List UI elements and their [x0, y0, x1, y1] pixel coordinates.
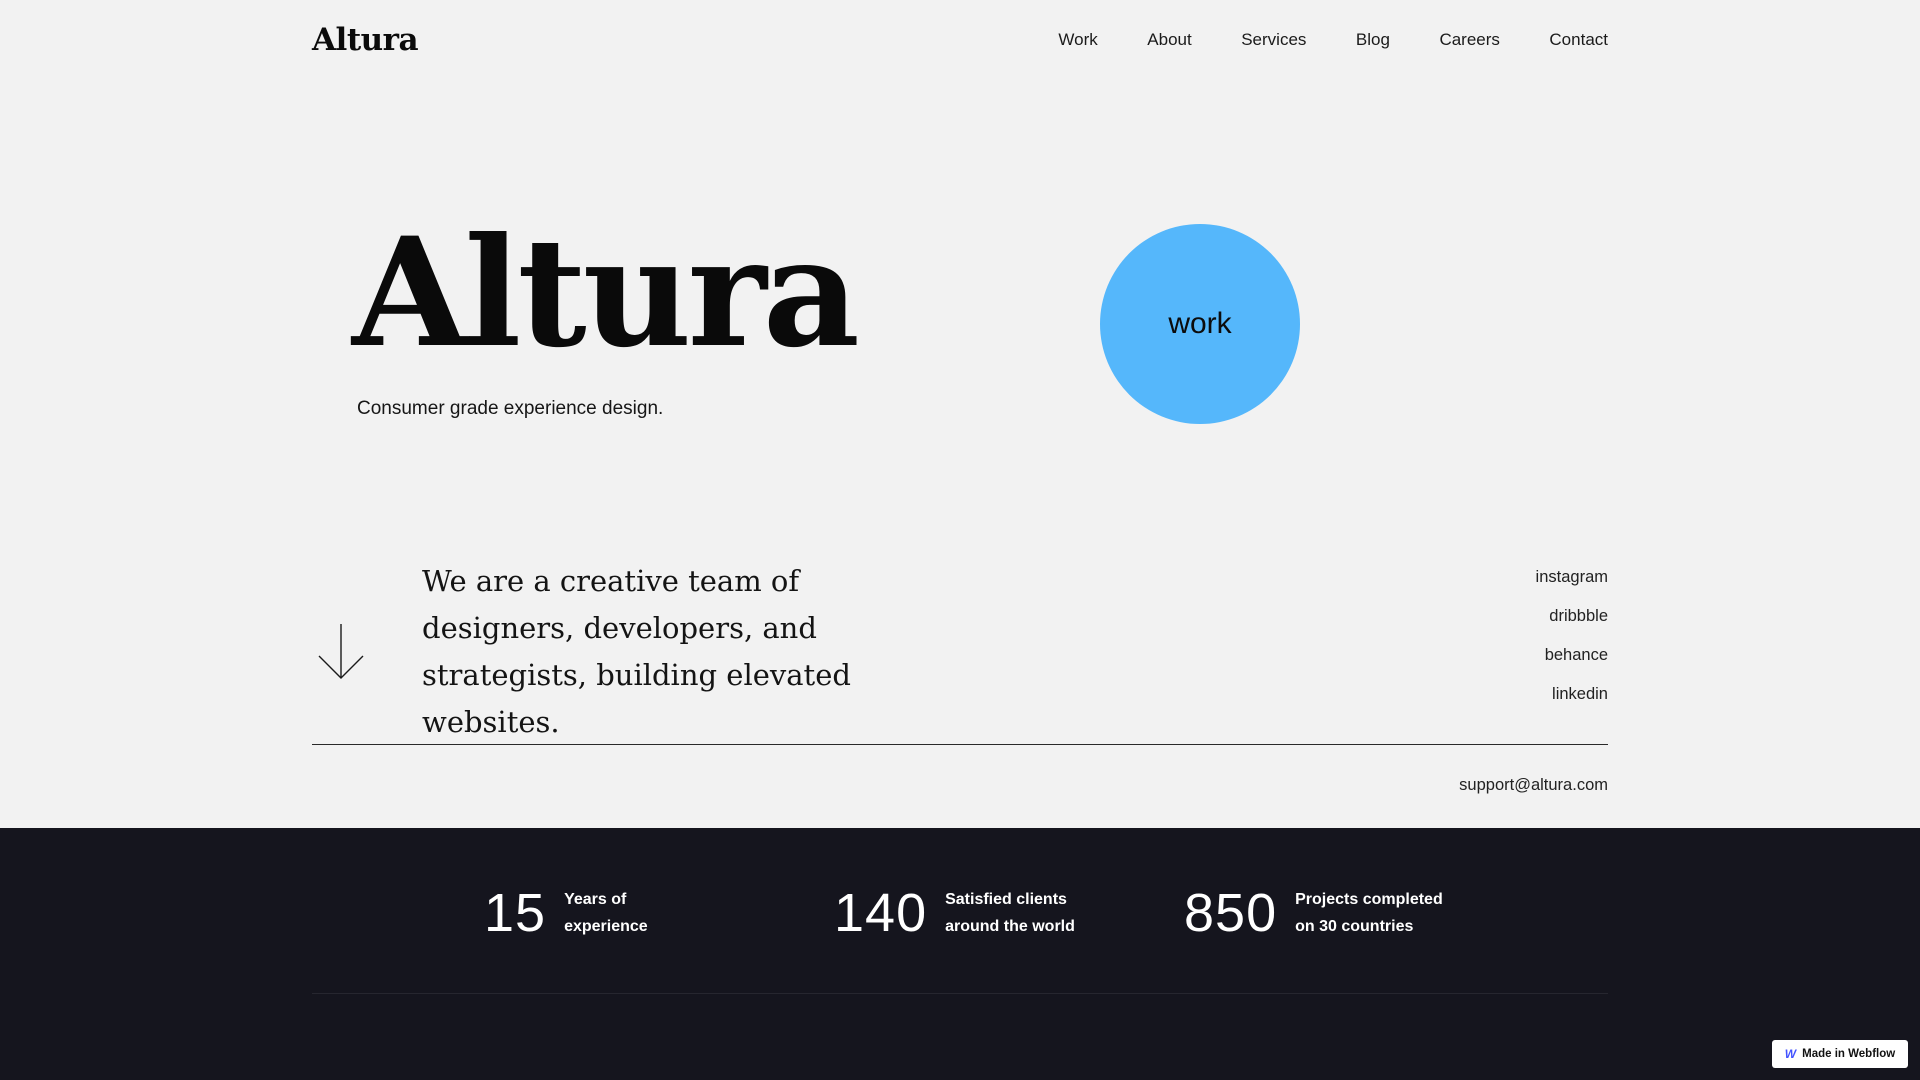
stat-number: 15: [484, 883, 547, 943]
stat-label: Projects completed on 30 countries: [1295, 891, 1443, 935]
nav-item-contact[interactable]: Contact: [1549, 30, 1608, 50]
stat-number: 850: [1184, 883, 1278, 943]
stat-item-clients: 140 Satisfied clients around the world: [834, 880, 1095, 946]
social-link-behance[interactable]: behance: [1545, 636, 1608, 675]
main-nav: Work About Services Blog Careers Contact: [1058, 30, 1608, 50]
hero-subtitle: Consumer grade experience design.: [357, 398, 664, 419]
support-email-link[interactable]: support@altura.com: [1459, 776, 1608, 795]
section-divider: [312, 744, 1608, 745]
social-link-linkedin[interactable]: linkedin: [1552, 675, 1608, 714]
webflow-logo-icon: W: [1784, 1047, 1796, 1061]
brand-logo[interactable]: Altura: [312, 22, 419, 58]
stat-item-projects: 850 Projects completed on 30 countries: [1184, 880, 1445, 946]
hero-title: Altura: [352, 205, 860, 381]
nav-item-services[interactable]: Services: [1241, 30, 1306, 50]
intro-statement: We are a creative team of designers, dev…: [422, 564, 851, 739]
stat-label: Satisfied clients around the world: [945, 891, 1075, 935]
nav-item-about[interactable]: About: [1147, 30, 1191, 50]
badge-label: Made in Webflow: [1802, 1048, 1896, 1060]
arrow-down-icon: [318, 624, 364, 679]
stat-label: Years of experience: [564, 891, 648, 935]
nav-item-careers[interactable]: Careers: [1439, 30, 1499, 50]
social-link-instagram[interactable]: instagram: [1536, 558, 1608, 597]
social-link-dribbble[interactable]: dribbble: [1549, 597, 1608, 636]
site-header: Altura Work About Services Blog Careers …: [312, 18, 1608, 62]
stat-item-years: 15 Years of experience: [484, 880, 714, 946]
work-circle-button[interactable]: work: [1100, 224, 1300, 424]
nav-item-work[interactable]: Work: [1058, 30, 1097, 50]
made-in-webflow-badge[interactable]: W Made in Webflow: [1772, 1040, 1908, 1068]
stat-number: 140: [834, 883, 928, 943]
nav-item-blog[interactable]: Blog: [1356, 30, 1390, 50]
social-links: instagram dribbble behance linkedin: [1536, 558, 1608, 714]
stats-section: [0, 828, 1920, 1080]
stats-divider: [312, 993, 1608, 994]
